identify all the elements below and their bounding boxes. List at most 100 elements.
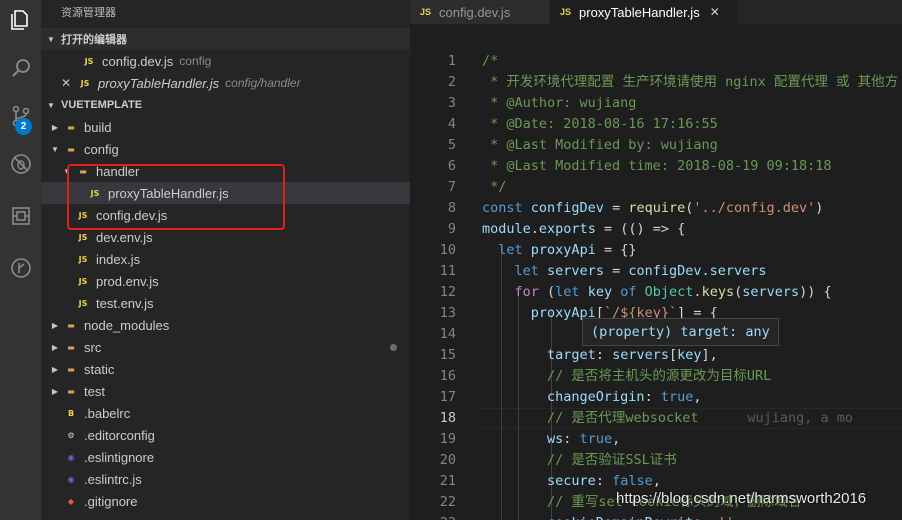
code-line[interactable]: // 是否验证SSL证书 xyxy=(482,450,677,471)
tree-item-label: config xyxy=(84,141,119,157)
line-number: 14 xyxy=(439,326,456,342)
line-number: 5 xyxy=(447,137,456,153)
files-icon[interactable] xyxy=(0,0,41,40)
code-line[interactable]: ws: true, xyxy=(482,429,620,450)
line-number: 2 xyxy=(447,74,456,90)
code-line[interactable]: /* xyxy=(482,51,498,72)
tree-item-label: proxyTableHandler.js xyxy=(108,185,229,201)
code-line[interactable]: // 是否将主机头的源更改为目标URL xyxy=(482,366,771,387)
line-number: 16 xyxy=(439,368,456,384)
code-line[interactable]: */ xyxy=(482,177,506,198)
code-line[interactable]: secure: false, xyxy=(482,471,661,492)
close-icon[interactable]: ✕ xyxy=(61,76,73,90)
tree-item[interactable]: ⚙ .editorconfig xyxy=(41,424,410,446)
line-number: 22 xyxy=(439,494,456,510)
code-line[interactable]: const configDev = require('../config.dev… xyxy=(482,198,823,219)
folder-icon: ▬ xyxy=(67,320,75,330)
tree-item-label: config.dev.js xyxy=(96,207,168,223)
extensions-icon[interactable] xyxy=(0,196,41,236)
git-lens-icon[interactable] xyxy=(0,248,41,288)
folder-icon: ▬ xyxy=(67,342,75,352)
code-line[interactable]: for (let key of Object.keys(servers)) { xyxy=(482,282,832,303)
tooltip-text: (property) target: any xyxy=(591,324,770,340)
code-line[interactable]: * @Date: 2018-08-16 17:16:55 xyxy=(482,114,718,135)
git-blame-annotation: wujiang, a mo xyxy=(698,410,853,426)
js-file-icon: JS xyxy=(420,7,432,17)
tree-item[interactable]: JS prod.env.js xyxy=(41,270,410,292)
line-number: 4 xyxy=(447,116,456,132)
tree-item-label: handler xyxy=(96,163,140,179)
code-line[interactable]: cookieDomainRewrite: '' xyxy=(482,513,734,520)
tree-item-label: .eslintrc.js xyxy=(84,471,142,487)
tree-item-label: node_modules xyxy=(84,317,170,333)
open-editor-item[interactable]: ✕ JS proxyTableHandler.js config/handler xyxy=(41,72,410,94)
tree-item-label: prod.env.js xyxy=(96,273,159,289)
code-line[interactable]: // 是否代理websocket wujiang, a mo xyxy=(482,408,853,429)
chevron-down-icon: ▼ xyxy=(51,144,59,154)
tree-item[interactable]: ▶ ▬ node_modules xyxy=(41,314,410,336)
explorer-sidebar: 资源管理器 ▼ 打开的编辑器 JS config.dev.js config ✕… xyxy=(41,0,410,520)
folder-icon: ▬ xyxy=(79,166,87,176)
line-number: 7 xyxy=(447,179,456,195)
code-line[interactable]: let servers = configDev.servers xyxy=(482,261,767,282)
line-number: 19 xyxy=(439,431,456,447)
code-line[interactable]: changeOrigin: true, xyxy=(482,387,701,408)
line-number: 23 xyxy=(410,513,456,520)
tree-item-label: test.env.js xyxy=(96,295,154,311)
tree-item[interactable]: ▶ ▬ test xyxy=(41,380,410,402)
tab-config-dev[interactable]: JS config.dev.js xyxy=(410,0,550,24)
line-number: 1 xyxy=(447,53,456,69)
tree-item[interactable]: ▼ ▬ config xyxy=(41,138,410,160)
sidebar-title: 资源管理器 xyxy=(61,7,116,19)
modified-dot xyxy=(390,344,397,351)
code-line[interactable]: let proxyApi = {} xyxy=(482,240,636,261)
code-editor[interactable]: 1234567891011121314151617181920212223 /*… xyxy=(410,24,902,520)
tree-item[interactable]: JS test.env.js xyxy=(41,292,410,314)
tree-item[interactable]: JS config.dev.js xyxy=(41,204,410,226)
tree-item[interactable]: JS dev.env.js xyxy=(41,226,410,248)
js-file-icon: JS xyxy=(80,78,90,88)
tree-item-label: index.js xyxy=(96,251,141,267)
open-editor-desc: config xyxy=(179,54,212,68)
code-line[interactable]: * @Last Modified by: wujiang xyxy=(482,135,718,156)
project-header[interactable]: ▼ VUETEMPLATE xyxy=(41,94,410,116)
tree-item[interactable]: B .babelrc xyxy=(41,402,410,424)
code-line[interactable]: * 开发环境代理配置 生产环境请使用 nginx 配置代理 或 其他方 xyxy=(482,72,898,93)
js-file-icon: JS xyxy=(78,276,88,286)
tab-proxy-table-handler[interactable]: JS proxyTableHandler.js ✕ xyxy=(550,0,738,24)
close-icon[interactable]: ✕ xyxy=(710,5,720,19)
git-icon: ◆ xyxy=(67,496,75,506)
code-line[interactable]: * @Author: wujiang xyxy=(482,93,636,114)
open-editor-item[interactable]: JS config.dev.js config xyxy=(41,50,410,72)
tree-item[interactable]: ▼ ▬ handler xyxy=(41,160,410,182)
tree-item[interactable]: ◉ .eslintrc.js xyxy=(41,468,410,490)
tree-item[interactable]: ▶ ▬ build xyxy=(41,116,410,138)
tree-item[interactable]: JS index.js xyxy=(41,248,410,270)
folder-icon: ▬ xyxy=(67,386,75,396)
code-line[interactable]: * @Last Modified time: 2018-08-19 09:18:… xyxy=(482,156,831,177)
open-editors-header[interactable]: ▼ 打开的编辑器 xyxy=(41,28,410,50)
debug-icon[interactable] xyxy=(0,144,41,184)
tree-item[interactable]: ▶ ▬ static xyxy=(41,358,410,380)
tree-item-label: test xyxy=(84,383,105,399)
tree-item[interactable]: ◆ .gitignore xyxy=(41,490,410,512)
search-icon[interactable] xyxy=(0,48,41,88)
folder-icon: ▬ xyxy=(67,364,75,374)
line-number: 15 xyxy=(439,347,456,363)
js-file-icon: JS xyxy=(84,56,94,66)
tree-item[interactable]: JS proxyTableHandler.js xyxy=(41,182,410,204)
js-file-icon: JS xyxy=(78,298,88,308)
tree-item-label: .gitignore xyxy=(84,493,138,509)
eslint-icon: ◉ xyxy=(67,452,75,462)
open-editor-name: proxyTableHandler.js xyxy=(98,75,220,91)
open-editor-name: config.dev.js xyxy=(102,53,174,69)
open-editor-desc: config/handler xyxy=(225,76,301,90)
hover-tooltip: (property) target: any xyxy=(582,318,779,346)
line-number: 10 xyxy=(439,242,456,258)
tree-item[interactable]: ◉ .eslintignore xyxy=(41,446,410,468)
code-line[interactable]: target: servers[key], xyxy=(482,345,718,366)
code-line[interactable]: module.exports = (() => { xyxy=(482,219,685,240)
tree-item[interactable]: ▶ ▬ src xyxy=(41,336,410,358)
scm-badge: 2 xyxy=(15,118,32,135)
js-file-icon: JS xyxy=(78,210,88,220)
